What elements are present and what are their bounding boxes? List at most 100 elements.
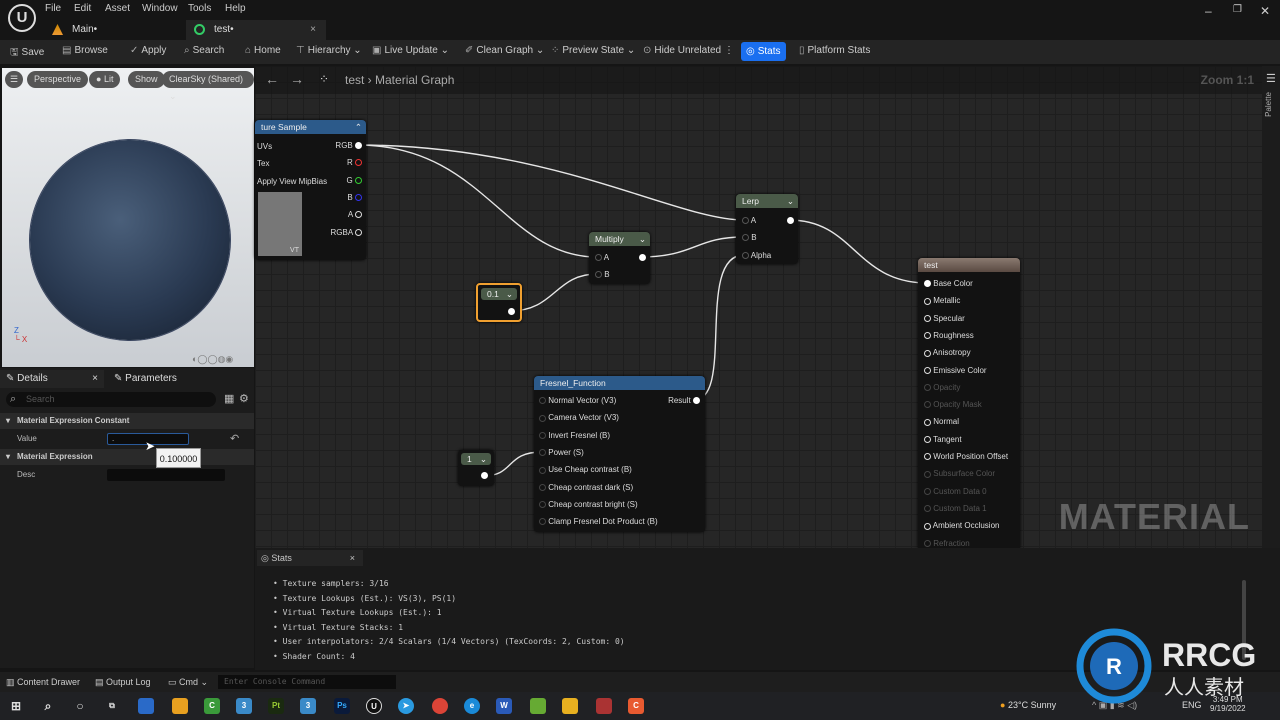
cortana-icon[interactable]: ○ (72, 698, 88, 714)
menu-window[interactable]: Window (142, 3, 178, 14)
3dsmax-icon[interactable]: 3 (300, 698, 316, 714)
result-input-pin[interactable]: Anisotropy (924, 348, 971, 357)
fresnel-input-pin[interactable]: Cheap contrast dark (S) (539, 483, 633, 492)
lit-button[interactable]: ● Lit (89, 71, 121, 88)
cmd-dropdown[interactable]: ▭ Cmd ⌄ (168, 677, 208, 688)
3dsmax-icon[interactable]: 3 (236, 698, 252, 714)
result-input-pin[interactable]: Emissive Color (924, 366, 987, 375)
substance-painter-icon[interactable]: Pt (268, 698, 284, 714)
table-view-icon[interactable]: ▦ (224, 392, 234, 405)
windows-start-icon[interactable]: ⊞ (8, 698, 24, 714)
browse-button[interactable]: ▤ Browse (62, 45, 108, 56)
palette-tab[interactable]: Palette (1264, 92, 1273, 117)
perspective-button[interactable]: Perspective (27, 71, 89, 88)
fresnel-input-pin[interactable]: Camera Vector (V3) (539, 413, 619, 422)
result-input-pin[interactable]: World Position Offset (924, 452, 1008, 461)
live-update-dropdown[interactable]: ▣ Live Update ⌄ (372, 45, 449, 56)
home-button[interactable]: ⌂ Home (245, 45, 281, 56)
fresnel-input-pin[interactable]: Normal Vector (V3) (539, 396, 616, 405)
preview-state-dropdown[interactable]: ⁘ Preview State ⌄ (551, 45, 635, 56)
menu-edit[interactable]: Edit (74, 3, 91, 14)
fresnel-input-pin[interactable]: Invert Fresnel (B) (539, 431, 610, 440)
menu-file[interactable]: File (45, 3, 61, 14)
minimize-button[interactable]: – (1205, 4, 1212, 18)
clean-graph-dropdown[interactable]: ✐ Clean Graph ⌄ (465, 45, 544, 56)
result-input-pin[interactable]: Specular (924, 314, 965, 323)
console-input[interactable]: Enter Console Command (218, 675, 396, 689)
result-input-pin[interactable]: Refraction (924, 539, 970, 548)
app-icon[interactable] (562, 698, 578, 714)
app-icon[interactable] (530, 698, 546, 714)
fresnel-input-pin[interactable]: Cheap contrast bright (S) (539, 500, 638, 509)
pin-tex[interactable]: Tex (257, 159, 269, 168)
more-options-icon[interactable]: ⋮ (724, 45, 734, 56)
menu-help[interactable]: Help (225, 3, 246, 14)
constant-node-0.1[interactable]: 0.1 ⌄ (476, 283, 522, 322)
pin-b[interactable]: B (742, 233, 757, 242)
tab-details[interactable]: ✎ Details × (0, 370, 104, 388)
pin-output[interactable] (787, 216, 794, 225)
material-result-node[interactable]: test Base Color Metallic Specular Roughn… (918, 258, 1020, 548)
pin-alpha[interactable]: Alpha (742, 251, 771, 260)
task-view-icon[interactable]: ⧉ (104, 698, 120, 714)
menu-tools[interactable]: Tools (188, 3, 211, 14)
pin-output[interactable] (481, 471, 488, 480)
tab-parameters[interactable]: ✎ Parameters (114, 370, 177, 388)
settings-gear-icon[interactable]: ⚙ (239, 392, 249, 405)
content-drawer-button[interactable]: ▥ Content Drawer (6, 677, 80, 688)
app-icon[interactable] (138, 698, 154, 714)
viewport-menu-button[interactable]: ☰ (5, 71, 24, 88)
result-input-pin[interactable]: Opacity (924, 383, 960, 392)
app-icon[interactable]: C (628, 698, 644, 714)
category-material-expression-constant[interactable]: ▾ Material Expression Constant (0, 413, 254, 429)
pin-rgba[interactable]: RGBA (331, 228, 362, 237)
result-input-pin[interactable]: Roughness (924, 331, 974, 340)
pin-output[interactable] (639, 253, 646, 262)
close-window-button[interactable]: ✕ (1260, 4, 1270, 18)
restore-button[interactable]: ❐ (1233, 4, 1242, 15)
desc-input[interactable] (107, 469, 225, 481)
hierarchy-dropdown[interactable]: ⊤ Hierarchy ⌄ (296, 45, 362, 56)
show-button[interactable]: Show (128, 71, 165, 88)
result-input-pin[interactable]: Opacity Mask (924, 400, 982, 409)
app-c-icon[interactable]: C (204, 698, 220, 714)
folder-icon[interactable] (172, 698, 188, 714)
fresnel-function-node[interactable]: Fresnel_Function Result Normal Vector (V… (534, 376, 705, 532)
search-icon[interactable]: ⌕ (40, 698, 56, 714)
fresnel-input-pin[interactable]: Clamp Fresnel Dot Product (B) (539, 517, 658, 526)
pin-b[interactable]: B (347, 193, 362, 202)
result-input-pin[interactable]: Metallic (924, 296, 960, 305)
fresnel-input-pin[interactable]: Power (S) (539, 448, 584, 457)
result-input-pin[interactable]: Ambient Occlusion (924, 521, 999, 530)
word-icon[interactable]: W (496, 698, 512, 714)
pin-g[interactable]: G (347, 176, 362, 185)
app-icon[interactable] (596, 698, 612, 714)
output-log-button[interactable]: ▤ Output Log (95, 677, 151, 688)
tab-main[interactable]: Main• (44, 20, 174, 40)
save-button[interactable]: 🖫 Save (10, 45, 44, 62)
lerp-node[interactable]: Lerp ⌄ A B Alpha (736, 194, 798, 264)
platform-stats-button[interactable]: ▯ Platform Stats (799, 45, 870, 56)
tab-stats[interactable]: ◎ Stats × (257, 550, 363, 566)
search-button[interactable]: ⌕ Search (184, 45, 224, 56)
stats-button[interactable]: ◎ Stats (741, 42, 786, 61)
pin-a[interactable]: A (348, 210, 362, 219)
material-graph-canvas[interactable]: ← → ⁘ test › Material Graph Zoom 1:1 MAT… (255, 66, 1262, 548)
pin-a[interactable]: A (742, 216, 756, 225)
details-search-input[interactable]: Search (6, 392, 216, 407)
weather[interactable]: ● 23°C Sunny (1000, 700, 1056, 710)
pin-mipbias[interactable]: Apply View MipBias (257, 177, 327, 186)
pin-output[interactable] (508, 307, 515, 316)
preview-shape-buttons[interactable]: ◐◯◯◍◉ (192, 354, 233, 365)
tab-test[interactable]: test• × (186, 20, 326, 40)
unreal-icon[interactable]: U (366, 698, 382, 714)
pin-r[interactable]: R (347, 158, 362, 167)
preview-viewport[interactable]: ☰ Perspective ● Lit Show ClearSky (Share… (2, 68, 254, 367)
category-material-expression[interactable]: ▾ Material Expression (0, 449, 254, 465)
fresnel-input-pin[interactable]: Use Cheap contrast (B) (539, 465, 632, 474)
result-input-pin[interactable]: Custom Data 0 (924, 487, 987, 496)
constant-node-1[interactable]: 1 ⌄ (458, 450, 494, 486)
result-input-pin[interactable]: Tangent (924, 435, 962, 444)
edge-icon[interactable]: e (464, 698, 480, 714)
close-icon[interactable]: × (350, 550, 355, 566)
